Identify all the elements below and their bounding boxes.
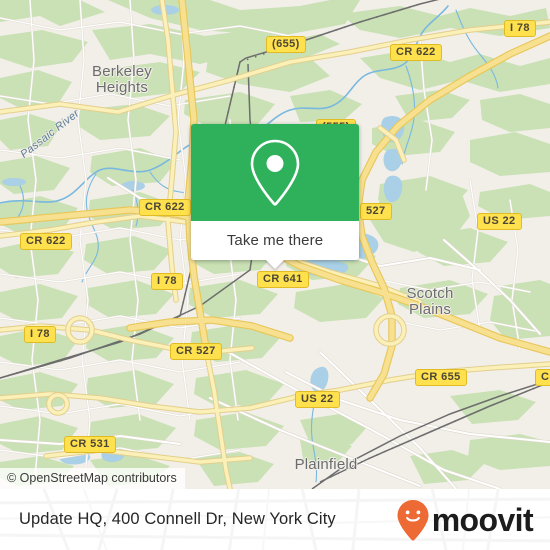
- moovit-smiley-pin-icon: [397, 499, 429, 541]
- road-shield-cr-edge: CR: [535, 369, 550, 386]
- location-address-label: Update HQ, 400 Connell Dr, New York City: [19, 510, 336, 528]
- callout-icon-panel: [191, 124, 359, 221]
- road-shield-cr622-top: CR 622: [390, 44, 442, 61]
- road-shield-cr531: CR 531: [64, 436, 116, 453]
- road-shield-i78-mid: I 78: [151, 273, 183, 290]
- footer-bar: Update HQ, 400 Connell Dr, New York City…: [0, 489, 550, 550]
- road-shield-655-top: (655): [266, 36, 306, 53]
- road-shield-cr622-left: CR 622: [20, 233, 72, 250]
- road-shield-cr655: CR 655: [415, 369, 467, 386]
- location-callout-card[interactable]: Take me there: [191, 124, 359, 269]
- road-shield-527: 527: [360, 203, 392, 220]
- moovit-brand-logo: moovit: [396, 499, 534, 541]
- road-shield-cr527: CR 527: [170, 343, 222, 360]
- moovit-map-screenshot: .g { fill:#c9e1b4; } .g2 { fill:#d7e8c6;…: [0, 0, 550, 550]
- osm-attribution[interactable]: © OpenStreetMap contributors: [0, 468, 185, 489]
- road-shield-cr641: CR 641: [257, 271, 309, 288]
- road-shield-cr622-mid: CR 622: [139, 199, 191, 216]
- road-shield-i78-topright: I 78: [504, 20, 536, 37]
- map-pin-icon: [250, 139, 300, 206]
- road-shield-us22-right: US 22: [477, 213, 522, 230]
- callout-pointer-tail: [265, 259, 285, 269]
- take-me-there-button[interactable]: Take me there: [191, 221, 359, 269]
- road-shield-us22-bottom: US 22: [295, 391, 340, 408]
- moovit-wordmark: moovit: [431, 501, 534, 538]
- map-canvas[interactable]: .g { fill:#c9e1b4; } .g2 { fill:#d7e8c6;…: [0, 0, 550, 489]
- road-shield-i78-left: I 78: [24, 326, 56, 343]
- take-me-there-label: Take me there: [226, 232, 324, 249]
